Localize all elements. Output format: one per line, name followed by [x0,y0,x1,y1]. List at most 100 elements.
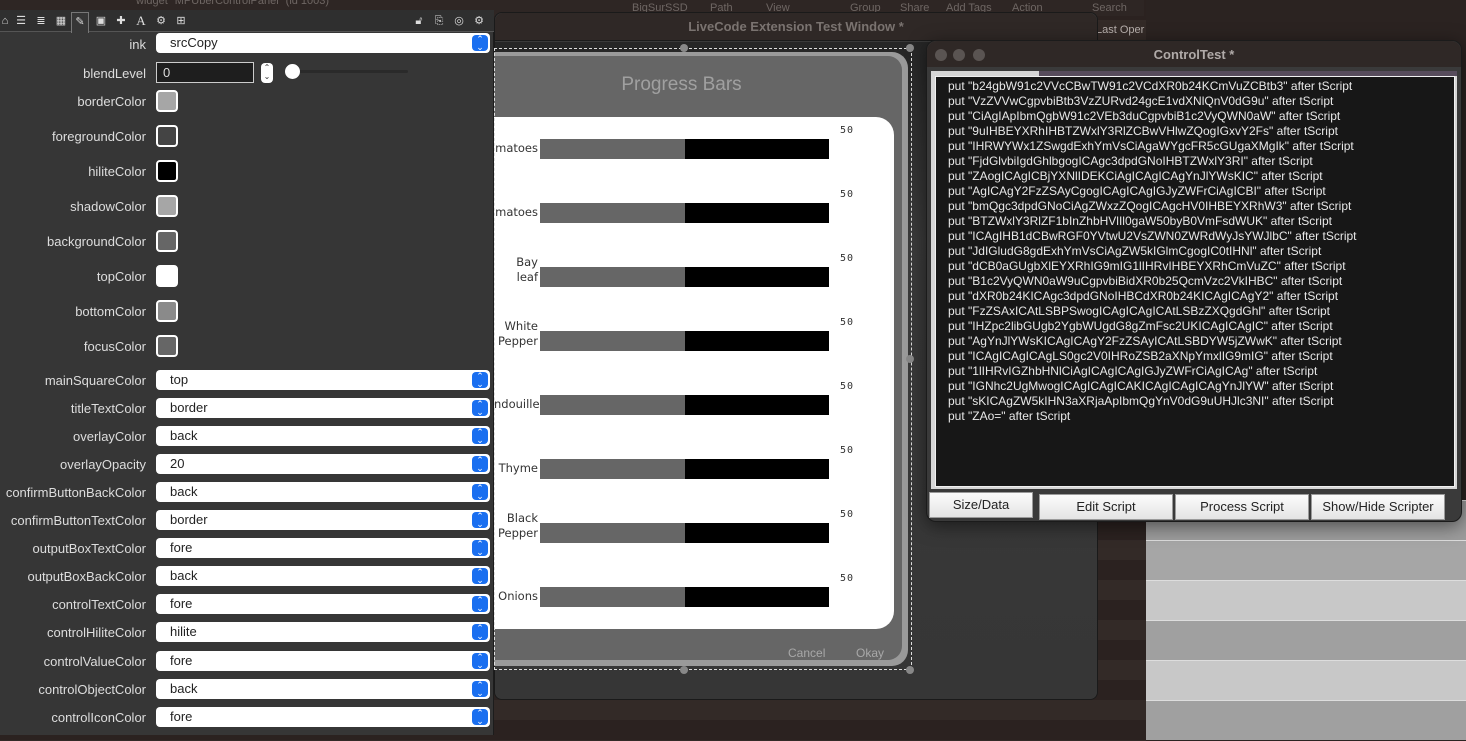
finder-column-header[interactable]: Last Oper [1096,24,1144,36]
chevron-updown-icon: ⌃ ⌄ [472,709,488,726]
select-label: outputBoxTextColor [32,541,146,556]
chevron-updown-icon: ⌃ ⌄ [472,428,488,445]
color-swatch[interactable] [156,335,178,357]
chevron-updown-icon: ⌃ ⌄ [472,512,488,529]
script-line: put "IGNhc2UgMwogICAgICAgICAKICAgICAgICA… [948,379,1334,393]
gear-icon[interactable]: ⚙ [470,12,488,30]
property-select[interactable]: back ⌃ ⌄ [156,426,490,446]
blendlevel-input[interactable]: 0 [156,62,254,83]
script-line: put "FjdGlvbiIgdGhlbgogICAgc3dpdGNoIHBTZ… [948,154,1313,168]
property-select[interactable]: top ⌃ ⌄ [156,370,490,390]
resize-handle[interactable] [906,666,914,674]
script-output-field[interactable]: put "b24gbW91c2VVcCBwTW91c2VCdXR0b24KCmV… [935,76,1455,487]
inspector-titlebar[interactable]: widget "MPUberControlPanel" (id 1003) [0,0,494,10]
gears-icon[interactable]: ⚙ [152,12,170,30]
window-titlebar[interactable]: ControlTest * [927,41,1461,67]
chevron-updown-icon: ⌃ ⌄ [472,456,488,473]
show-hide-scripter-button[interactable]: Show/Hide Scripter [1311,494,1445,520]
select-value: fore [170,709,193,724]
select-value: back [170,681,198,696]
script-line: put "AgICAgY2FzZSAyCgogICAgICAgIGJyZWFrC… [948,184,1326,198]
select-value: top [170,372,189,387]
select-label: controlIconColor [51,710,146,725]
select-label: controlHiliteColor [47,625,146,640]
color-swatch[interactable] [156,230,178,252]
select-label: controlTextColor [52,597,146,612]
finder-row[interactable] [1146,540,1466,580]
script-line: put "bmQgc3dpdGNoCiAgZWxzZQogICAgcHV0IHB… [948,199,1352,213]
swatch-label: focusColor [83,339,146,354]
select-value: border [170,512,208,527]
select-value: back [170,484,198,499]
ink-select[interactable]: srcCopy ⌃ ⌄ [156,33,490,53]
script-line: put "dXR0b24KICAgc3dpdGNoIHBCdXR0b24KICA… [948,289,1339,303]
property-select[interactable]: back ⌃ ⌄ [156,566,490,586]
resize-handle[interactable] [680,666,688,674]
finder-row[interactable] [1146,620,1466,660]
image-icon[interactable]: ▣ [92,12,110,30]
select-label: controlObjectColor [38,682,146,697]
list-icon[interactable]: ☰ [12,12,30,30]
swatch-label: shadowColor [70,199,146,214]
color-swatch[interactable] [156,160,178,182]
table-icon[interactable]: ▦ [52,12,70,30]
resize-handle[interactable] [906,44,914,52]
property-select[interactable]: back ⌃ ⌄ [156,482,490,502]
color-swatch[interactable] [156,195,178,217]
blendlevel-slider[interactable] [292,70,408,73]
script-line: put "AgYnJlYWsKICAgICAgY2FzZSAyICAtLSBDY… [948,334,1342,348]
swatch-label: topColor [96,269,146,284]
finder-search-label[interactable]: Search [1092,2,1127,14]
resize-handle[interactable] [680,44,688,52]
resize-handle[interactable] [906,355,914,363]
property-select[interactable]: 20 ⌃ ⌄ [156,454,490,474]
inspector-toolbar: ⌂ ☰ ≣ ▦ ✎ ▣ ✚ A ⚙ ⊞ 🔓︎ ⎘ ◎ ⚙ [0,10,494,33]
slider-thumb[interactable] [285,64,300,79]
move-icon[interactable]: ✚ [112,12,130,30]
finder-row[interactable] [1146,700,1466,740]
script-line: put "ICAgIHB1dCBwRGF0YVtwU2VsZWN0ZWRdWyJ… [948,229,1357,243]
swatch-label: foregroundColor [52,129,146,144]
chevron-updown-icon: ⌃ ⌄ [472,372,488,389]
property-select[interactable]: fore ⌃ ⌄ [156,538,490,558]
ink-value: srcCopy [170,35,218,50]
script-line: put "CiAgIApIbmQgbW91c2VEb3duCgpvbiB1c2V… [948,109,1341,123]
select-label: outputBoxBackColor [27,569,146,584]
text-icon[interactable]: A [132,12,150,30]
color-swatch[interactable] [156,125,178,147]
property-select[interactable]: back ⌃ ⌄ [156,679,490,699]
unlock-icon[interactable]: 🔓︎ [410,12,428,30]
property-select[interactable]: fore ⌃ ⌄ [156,594,490,614]
chevron-updown-icon: ⌃ ⌄ [472,400,488,417]
inspector-title: widget "MPUberControlPanel" (id 1003) [136,0,330,7]
script-lines: put "b24gbW91c2VVcCBwTW91c2VCdXR0b24KCmV… [948,79,1357,424]
script-line: put "ZAogICAgICBjYXNlIDEKCiAgICAgICAgYnJ… [948,169,1323,183]
color-swatch[interactable] [156,90,178,112]
target-icon[interactable]: ◎ [450,12,468,30]
color-swatch[interactable] [156,265,178,287]
property-inspector: widget "MPUberControlPanel" (id 1003) ⌂ … [0,0,494,735]
property-select[interactable]: border ⌃ ⌄ [156,510,490,530]
property-select[interactable]: hilite ⌃ ⌄ [156,622,490,642]
property-select[interactable]: fore ⌃ ⌄ [156,651,490,671]
stack-icon[interactable]: ≣ [32,12,50,30]
select-label: confirmButtonTextColor [10,513,146,528]
color-swatch[interactable] [156,300,178,322]
window-titlebar[interactable]: LiveCode Extension Test Window * [495,13,1097,41]
pencil-icon[interactable]: ✎ [71,12,89,33]
select-value: fore [170,596,193,611]
process-script-button[interactable]: Process Script [1175,494,1309,520]
property-select[interactable]: fore ⌃ ⌄ [156,707,490,727]
size-data-button[interactable]: Size/Data [929,492,1033,518]
blendlevel-stepper[interactable]: ⌃ ⌄ [261,63,273,83]
property-select[interactable]: border ⌃ ⌄ [156,398,490,418]
controltest-window: ControlTest * put "b24gbW91c2VVcCBwTW91c… [926,40,1462,522]
message-icon[interactable]: ⎘ [430,12,448,30]
finder-row[interactable] [1146,660,1466,700]
finder-row[interactable] [1146,580,1466,620]
select-label: titleTextColor [70,401,146,416]
edit-script-button[interactable]: Edit Script [1039,494,1173,520]
layout-icon[interactable]: ⊞ [172,12,190,30]
script-line: put "IHZpc2libGUgb2YgbWUgdG8gZmFsc2UKICA… [948,319,1333,333]
script-line: put "VzZVVwCgpvbiBtb3VzZURvd24gcE1vdXNlQ… [948,94,1334,108]
